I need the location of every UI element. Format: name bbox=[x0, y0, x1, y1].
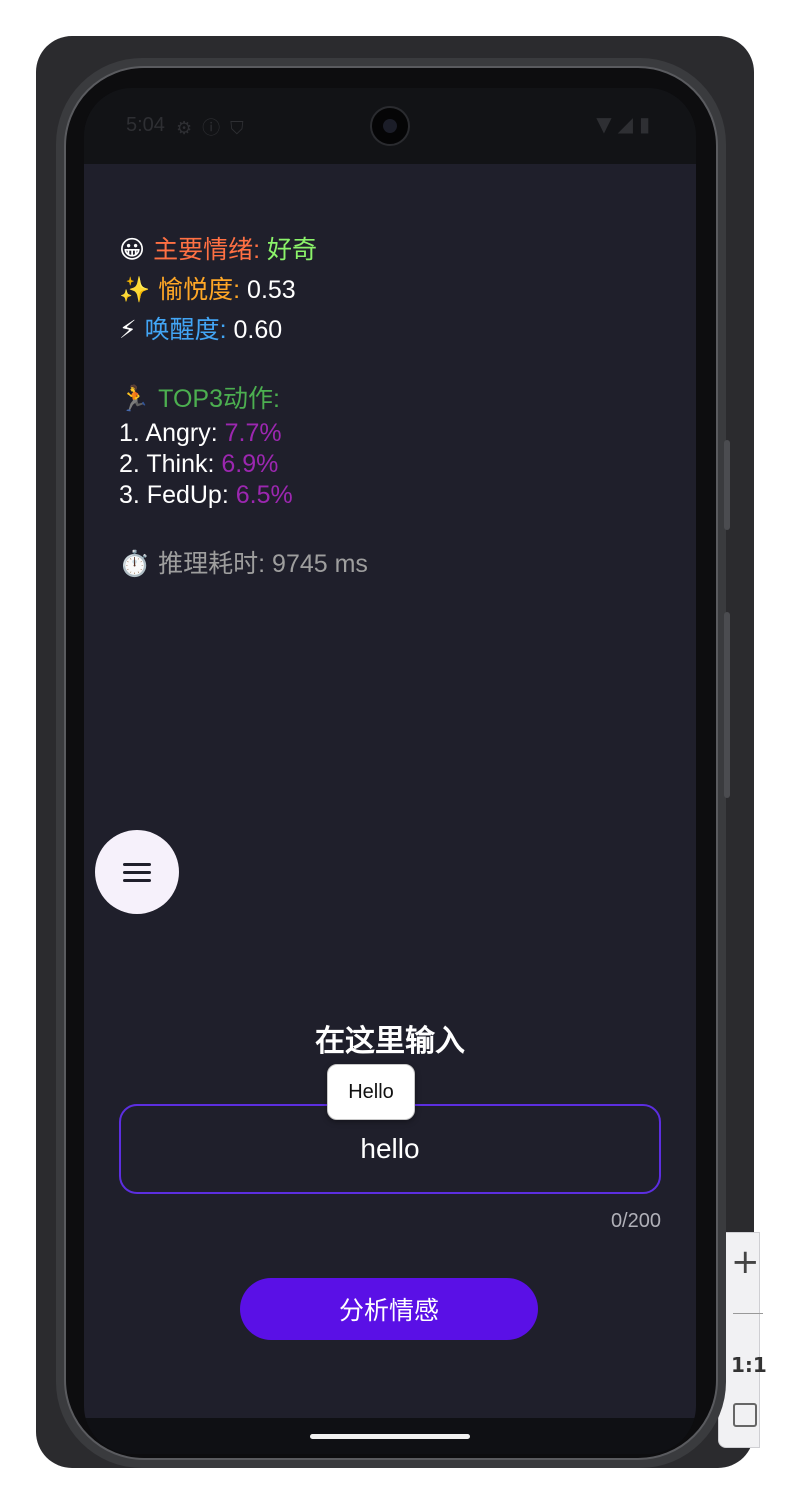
status-bar: 5:04 ⚙ⓘ⛉ ▼◢▮ bbox=[84, 88, 696, 164]
action-name: 1. Angry: bbox=[119, 419, 218, 447]
power-button[interactable] bbox=[724, 612, 730, 798]
menu-button[interactable] bbox=[95, 830, 179, 914]
emotion-summary: 😀 主要情绪: 好奇 ✨ 愉悦度: 0.53 ⚡ 唤醒度: 0.60 bbox=[119, 230, 317, 350]
text-input-value: hello bbox=[360, 1133, 420, 1164]
primary-emotion-label: 主要情绪: bbox=[153, 236, 261, 264]
phone-screen: 5:04 ⚙ⓘ⛉ ▼◢▮ 😀 主要情绪: 好奇 ✨ 愉悦度: 0.53 ⚡ 唤醒度: … bbox=[84, 88, 696, 1454]
wifi-icon: ▼ bbox=[596, 112, 618, 136]
action-percent: 7.7% bbox=[224, 419, 282, 447]
volume-button[interactable] bbox=[724, 440, 730, 530]
fit-screen-icon[interactable] bbox=[733, 1403, 757, 1427]
home-indicator[interactable] bbox=[310, 1434, 470, 1439]
top-actions-header: 🏃 TOP3动作: bbox=[119, 380, 293, 418]
arousal-row: ⚡ 唤醒度: 0.60 bbox=[119, 310, 317, 350]
stopwatch-icon: ⏱️ bbox=[119, 549, 151, 578]
action-item: 1. Angry: 7.7% bbox=[119, 418, 293, 449]
menu-icon bbox=[123, 858, 151, 887]
shield-icon: ⛉ bbox=[230, 118, 254, 139]
info-icon: ⓘ bbox=[202, 118, 231, 139]
status-left-icons: ⚙ⓘ⛉ bbox=[176, 114, 254, 140]
action-percent: 6.5% bbox=[235, 481, 293, 509]
autocomplete-suggestion[interactable]: Hello bbox=[327, 1064, 415, 1120]
timing-label: 推理耗时: bbox=[158, 550, 266, 578]
timing-value: 9745 ms bbox=[272, 550, 368, 578]
zoom-in-icon[interactable]: + bbox=[731, 1245, 760, 1279]
signal-icon: ◢ bbox=[617, 112, 639, 136]
top-actions-label: TOP3动作: bbox=[158, 385, 280, 413]
front-camera bbox=[370, 106, 410, 146]
navigation-bar bbox=[84, 1418, 696, 1454]
grinning-face-icon: 😀 bbox=[119, 235, 146, 264]
zoom-ratio-button[interactable]: 1:1 bbox=[731, 1353, 767, 1377]
action-percent: 6.9% bbox=[221, 450, 279, 478]
arousal-value: 0.60 bbox=[233, 316, 283, 344]
primary-emotion-value: 好奇 bbox=[266, 236, 317, 264]
action-name: 2. Think: bbox=[119, 450, 215, 478]
sparkles-icon: ✨ bbox=[119, 275, 151, 304]
character-counter: 0/200 bbox=[610, 1210, 661, 1232]
settings-icon: ⚙ bbox=[176, 118, 203, 139]
valence-row: ✨ 愉悦度: 0.53 bbox=[119, 270, 317, 310]
top-actions: 🏃 TOP3动作: 1. Angry: 7.7% 2. Think: 6.9% 3… bbox=[119, 380, 293, 511]
battery-icon: ▮ bbox=[638, 112, 656, 136]
action-item: 2. Think: 6.9% bbox=[119, 449, 293, 480]
input-title: 在这里输入 bbox=[315, 1024, 465, 1059]
valence-value: 0.53 bbox=[247, 276, 296, 304]
valence-label: 愉悦度: bbox=[158, 276, 241, 304]
status-right-icons: ▼◢▮ bbox=[596, 112, 656, 136]
app-content: 😀 主要情绪: 好奇 ✨ 愉悦度: 0.53 ⚡ 唤醒度: 0.60 🏃 TOP3动作:… bbox=[84, 164, 696, 1418]
inference-timing: ⏱️ 推理耗时: 9745 ms bbox=[119, 544, 368, 584]
action-name: 3. FedUp: bbox=[119, 481, 229, 509]
action-item: 3. FedUp: 6.5% bbox=[119, 480, 293, 511]
primary-emotion-row: 😀 主要情绪: 好奇 bbox=[119, 230, 317, 270]
lightning-icon: ⚡ bbox=[119, 315, 137, 344]
analyze-emotion-button[interactable]: 分析情感 bbox=[240, 1278, 538, 1340]
status-time: 5:04 bbox=[126, 114, 165, 136]
arousal-label: 唤醒度: bbox=[144, 316, 227, 344]
running-person-icon: 🏃 bbox=[119, 384, 151, 413]
panel-divider bbox=[733, 1313, 763, 1314]
